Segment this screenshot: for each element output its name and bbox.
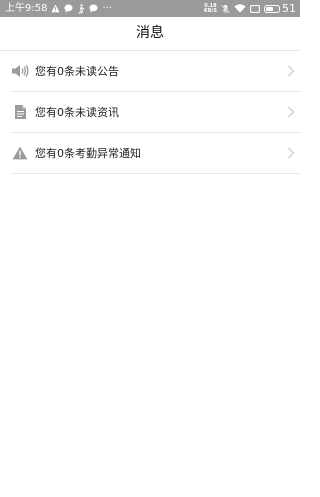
battery-percent: 51 [282,2,296,15]
network-speed: 0.18 KB/S [203,3,217,14]
status-bar-right: 0.18 KB/S 51 [204,0,296,17]
warning-icon [10,133,30,173]
mute-icon [221,0,230,17]
alert-triangle-icon [51,0,61,17]
header: 消息 [0,17,300,51]
wifi-icon [234,0,246,17]
speaker-icon [10,51,30,91]
walking-person-icon [77,0,85,17]
message-item-attendance[interactable]: 您有0条考勤异常通知 [10,133,300,174]
message-item-news[interactable]: 您有0条未读资讯 [10,92,300,133]
message-item-label: 您有0条考勤异常通知 [35,147,141,160]
message-item-announcements[interactable]: 您有0条未读公告 [10,51,300,92]
status-bar-left: 上午9:58 ··· [5,0,112,17]
message-item-label: 您有0条未读资讯 [35,106,119,119]
battery-icon [264,4,280,13]
more-notifications: ··· [102,3,113,14]
status-bar: 上午9:58 ··· 0.18 KB/S 51 [0,0,300,17]
chevron-right-icon [284,51,298,91]
chevron-right-icon [284,133,298,173]
status-time: 上午9:58 [5,3,48,14]
document-icon [10,92,30,132]
chat-bubble-icon [64,0,74,17]
network-speed-unit: KB/S [203,7,217,14]
chat-bubble-icon [89,0,99,17]
screen-icon [250,0,260,17]
message-list: 您有0条未读公告 您有0条未读资讯 您有0条考勤异常通知 [10,51,300,174]
page-title: 消息 [136,25,164,41]
chevron-right-icon [284,92,298,132]
battery-indicator: 51 [264,0,296,17]
message-item-label: 您有0条未读公告 [35,65,119,78]
